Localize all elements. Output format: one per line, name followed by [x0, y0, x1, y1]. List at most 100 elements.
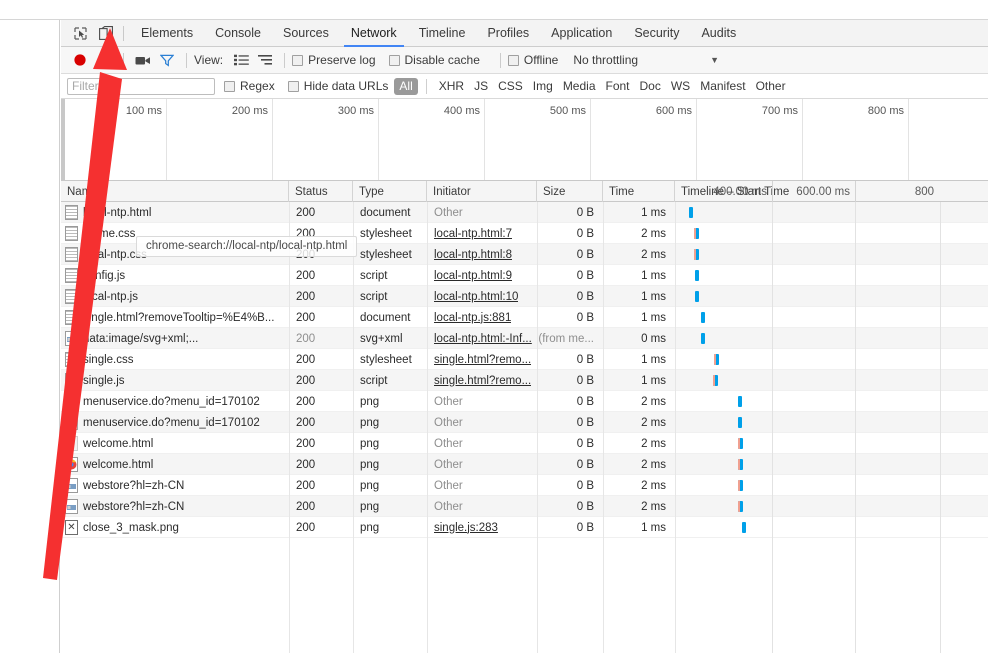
tab-network[interactable]: Network	[340, 20, 408, 47]
filter-type-other[interactable]: Other	[751, 78, 791, 94]
cell-name[interactable]: ✕ close_3_mask.png	[61, 517, 287, 538]
initiator-value[interactable]: local-ntp.html:8	[434, 249, 512, 261]
disable-cache-checkbox[interactable]: Disable cache	[388, 53, 491, 67]
table-row[interactable]: local-ntp.js 200 script local-ntp.html:10 0 …	[61, 286, 988, 307]
funnel-icon[interactable]	[155, 49, 179, 71]
table-row[interactable]: webstore?hl=zh-CN 200 png Other 0 B 2 ms	[61, 496, 988, 517]
waterfall-bar[interactable]	[689, 207, 693, 218]
column-header-time[interactable]: Time	[603, 181, 675, 202]
cell-initiator[interactable]: single.js:283	[427, 517, 535, 538]
table-row[interactable]: local-ntp.html 200 document Other 0 B 1 ms	[61, 202, 988, 223]
cell-name[interactable]: single.css	[61, 349, 287, 370]
cell-initiator[interactable]: single.html?remo...	[427, 349, 535, 370]
hide-data-urls-checkbox[interactable]: Hide data URLs	[287, 79, 393, 93]
initiator-value[interactable]: single.html?remo...	[434, 375, 531, 387]
waterfall-bar[interactable]	[738, 501, 743, 512]
table-row[interactable]: single.js 200 script single.html?remo... 0 B…	[61, 370, 988, 391]
cell-name[interactable]: menuservice.do?menu_id=170102	[61, 391, 287, 412]
cell-initiator[interactable]: local-ntp.html:9	[427, 265, 535, 286]
waterfall-bar[interactable]	[738, 438, 743, 449]
cell-initiator[interactable]: local-ntp.js:881	[427, 307, 535, 328]
initiator-value[interactable]: local-ntp.html:7	[434, 228, 512, 240]
clear-icon[interactable]	[92, 49, 116, 71]
filter-type-ws[interactable]: WS	[666, 78, 695, 94]
waterfall-bar[interactable]	[714, 354, 719, 365]
tab-sources[interactable]: Sources	[272, 20, 340, 47]
tab-application[interactable]: Application	[540, 20, 623, 47]
initiator-value[interactable]: single.js:283	[434, 522, 498, 534]
throttling-select-value[interactable]: No throttling	[573, 53, 638, 67]
cell-initiator[interactable]: single.html?remo...	[427, 370, 535, 391]
preserve-log-checkbox[interactable]: Preserve log	[292, 53, 386, 67]
waterfall-bar[interactable]	[738, 417, 742, 428]
table-row[interactable]: ✕ close_3_mask.png 200 png single.js:283 0 B 1…	[61, 517, 988, 538]
tab-security[interactable]: Security	[623, 20, 690, 47]
chevron-down-icon[interactable]: ▼	[710, 55, 719, 65]
filter-type-media[interactable]: Media	[558, 78, 601, 94]
waterfall-bar[interactable]	[738, 480, 743, 491]
tab-audits[interactable]: Audits	[690, 20, 747, 47]
column-header-status[interactable]: Status	[289, 181, 353, 202]
network-overview-timeline[interactable]: 100 ms 200 ms 300 ms 400 ms 500 ms 600 m…	[61, 99, 988, 181]
table-row[interactable]: data:image/svg+xml;... 200 svg+xml local-nt…	[61, 328, 988, 349]
record-button-icon[interactable]	[68, 49, 92, 71]
cell-name[interactable]: data:image/svg+xml;...	[61, 328, 287, 349]
table-row[interactable]: menuservice.do?menu_id=170102 200 png Other…	[61, 391, 988, 412]
filter-type-doc[interactable]: Doc	[635, 78, 666, 94]
column-header-size[interactable]: Size	[537, 181, 603, 202]
column-header-name[interactable]: Name	[61, 181, 289, 202]
initiator-value[interactable]: local-ntp.html:9	[434, 270, 512, 282]
waterfall-view-icon[interactable]	[253, 49, 277, 71]
filter-type-css[interactable]: CSS	[493, 78, 528, 94]
cell-initiator[interactable]: local-ntp.html:8	[427, 244, 535, 265]
cell-name[interactable]: local-ntp.html	[61, 202, 287, 223]
initiator-value[interactable]: local-ntp.html:-Inf...	[434, 333, 532, 345]
cell-name[interactable]: local-ntp.js	[61, 286, 287, 307]
list-view-icon[interactable]	[229, 49, 253, 71]
waterfall-bar[interactable]	[695, 270, 699, 281]
camera-icon[interactable]	[131, 49, 155, 71]
inspect-cursor-icon[interactable]	[67, 22, 93, 44]
regex-checkbox[interactable]: Regex	[224, 79, 286, 93]
cell-name[interactable]: single.html?removeTooltip=%E4%B...	[61, 307, 287, 328]
cell-initiator[interactable]: local-ntp.html:10	[427, 286, 535, 307]
initiator-value[interactable]: local-ntp.js:881	[434, 312, 511, 324]
column-header-initiator[interactable]: Initiator	[427, 181, 537, 202]
table-row[interactable]: single.css 200 stylesheet single.html?remo.…	[61, 349, 988, 370]
tab-elements[interactable]: Elements	[130, 20, 204, 47]
cell-name[interactable]: config.js	[61, 265, 287, 286]
tab-profiles[interactable]: Profiles	[476, 20, 540, 47]
table-row[interactable]: menuservice.do?menu_id=170102 200 png Other…	[61, 412, 988, 433]
tab-timeline[interactable]: Timeline	[408, 20, 477, 47]
filter-type-manifest[interactable]: Manifest	[695, 78, 750, 94]
initiator-value[interactable]: single.html?remo...	[434, 354, 531, 366]
waterfall-bar[interactable]	[694, 228, 699, 239]
waterfall-bar[interactable]	[738, 459, 743, 470]
cell-name[interactable]: welcome.html	[61, 433, 287, 454]
filter-type-js[interactable]: JS	[469, 78, 493, 94]
waterfall-bar[interactable]	[713, 375, 718, 386]
filter-input[interactable]	[67, 77, 215, 95]
column-header-type[interactable]: Type	[353, 181, 427, 202]
waterfall-bar[interactable]	[701, 312, 705, 323]
waterfall-bar[interactable]	[701, 333, 705, 344]
table-row[interactable]: webstore?hl=zh-CN 200 png Other 0 B 2 ms	[61, 475, 988, 496]
tab-console[interactable]: Console	[204, 20, 272, 47]
filter-type-img[interactable]: Img	[528, 78, 558, 94]
initiator-value[interactable]: local-ntp.html:10	[434, 291, 518, 303]
waterfall-bar[interactable]	[694, 249, 699, 260]
waterfall-bar[interactable]	[695, 291, 699, 302]
table-row[interactable]: welcome.html 200 png Other 0 B 2 ms	[61, 454, 988, 475]
offline-checkbox[interactable]: Offline	[507, 53, 569, 67]
cell-name[interactable]: single.js	[61, 370, 287, 391]
filter-type-xhr[interactable]: XHR	[434, 78, 469, 94]
table-row[interactable]: welcome.html 200 png Other 0 B 2 ms	[61, 433, 988, 454]
cell-name[interactable]: menuservice.do?menu_id=170102	[61, 412, 287, 433]
cell-name[interactable]: welcome.html	[61, 454, 287, 475]
waterfall-bar[interactable]	[742, 522, 746, 533]
device-toolbar-icon[interactable]	[93, 22, 119, 44]
table-row[interactable]: single.html?removeTooltip=%E4%B... 200 doc…	[61, 307, 988, 328]
table-row[interactable]: config.js 200 script local-ntp.html:9 0 B 1 m…	[61, 265, 988, 286]
filter-type-font[interactable]: Font	[601, 78, 635, 94]
cell-name[interactable]: webstore?hl=zh-CN	[61, 496, 287, 517]
